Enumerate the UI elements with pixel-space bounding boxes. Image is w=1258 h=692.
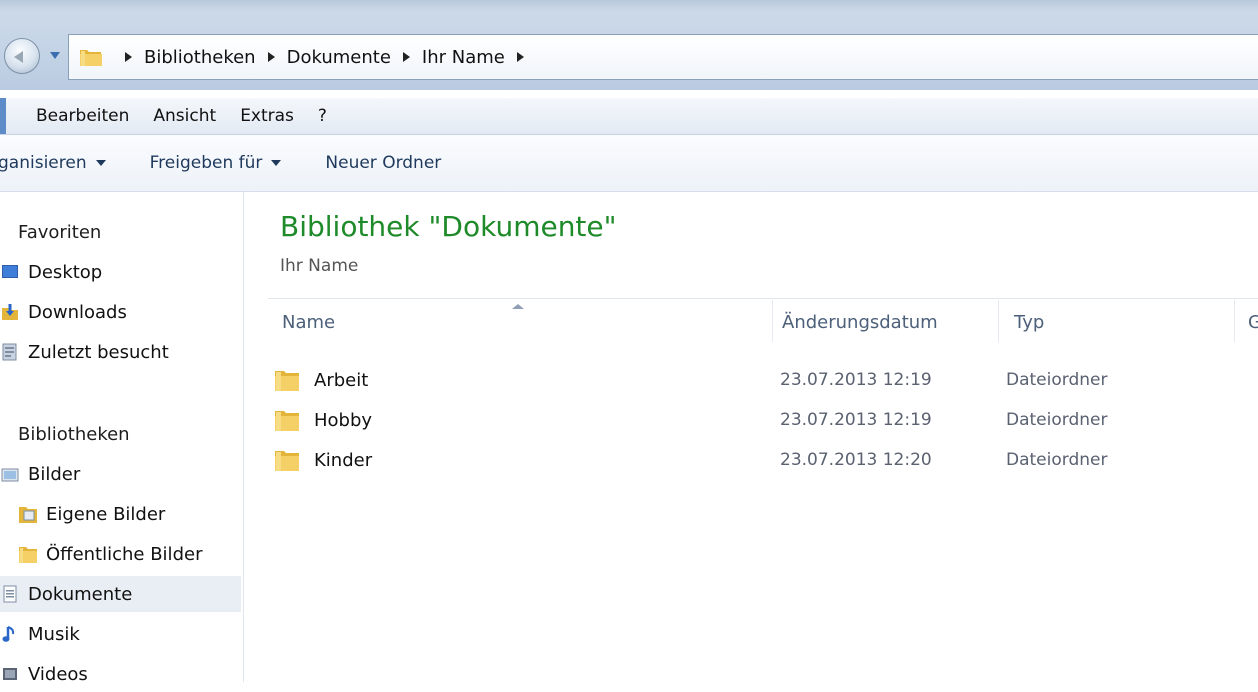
videos-icon	[0, 664, 20, 684]
header-divider	[268, 298, 1258, 299]
breadcrumb-bibliotheken[interactable]: Bibliotheken	[144, 47, 256, 68]
content-pane: Bibliothek "Dokumente" Ihr Name Name Änd…	[244, 192, 1258, 682]
nav-item-dokumente[interactable]: Dokumente	[0, 576, 241, 612]
breadcrumb-separator[interactable]	[267, 52, 275, 62]
music-icon	[0, 624, 20, 644]
downloads-icon	[0, 302, 20, 322]
chevron-down-icon	[95, 160, 106, 166]
nav-item-label: Videos	[28, 663, 88, 685]
breadcrumb-separator[interactable]	[402, 52, 410, 62]
column-header-name[interactable]: Name	[282, 312, 335, 333]
share-with-button[interactable]: Freigeben für	[150, 153, 302, 173]
window-top-strip	[0, 0, 1258, 12]
nav-item-label: Eigene Bilder	[46, 503, 166, 525]
folder-icon	[79, 46, 103, 68]
chevron-down-icon	[271, 160, 282, 166]
nav-item-label: Desktop	[28, 261, 103, 283]
breadcrumb-dokumente[interactable]: Dokumente	[287, 47, 391, 68]
command-bar: ganisieren Freigeben für Neuer Ordner	[0, 135, 1258, 192]
nav-item-label: Musik	[28, 623, 80, 645]
menu-help[interactable]: ?	[306, 106, 339, 126]
nav-item-oeffentliche-bilder[interactable]: Öffentliche Bilder	[0, 536, 241, 572]
favorites-heading[interactable]: Favoriten	[18, 222, 101, 243]
folder-icon	[274, 447, 300, 473]
breadcrumb-separator[interactable]	[516, 52, 524, 62]
nav-item-desktop[interactable]: Desktop	[0, 254, 241, 290]
nav-item-label: Öffentliche Bilder	[46, 543, 203, 565]
column-separator[interactable]	[772, 300, 773, 342]
documents-library-icon	[0, 584, 20, 604]
menu-extras[interactable]: Extras	[228, 106, 306, 126]
file-row[interactable]: Arbeit 23.07.2013 12:19 Dateiordner	[274, 362, 1174, 398]
address-box[interactable]: Bibliotheken Dokumente Ihr Name	[68, 34, 1258, 80]
recent-places-icon	[0, 342, 20, 362]
desktop-icon	[0, 262, 20, 282]
file-date: 23.07.2013 12:19	[780, 410, 932, 430]
pictures-folder-icon	[18, 504, 38, 524]
share-with-label: Freigeben für	[149, 153, 263, 173]
file-type: Dateiordner	[1006, 410, 1108, 430]
folder-icon	[274, 407, 300, 433]
column-separator[interactable]	[1234, 300, 1235, 342]
nav-item-eigene-bilder[interactable]: Eigene Bilder	[0, 496, 241, 532]
column-header-date[interactable]: Änderungsdatum	[782, 312, 938, 333]
nav-item-musik[interactable]: Musik	[0, 616, 241, 652]
nav-item-downloads[interactable]: Downloads	[0, 294, 241, 330]
new-folder-label: Neuer Ordner	[325, 153, 442, 173]
menu-bar: Bearbeiten Ansicht Extras ?	[0, 98, 1258, 135]
column-separator[interactable]	[998, 300, 999, 342]
menu-bearbeiten[interactable]: Bearbeiten	[24, 106, 141, 126]
file-type: Dateiordner	[1006, 450, 1108, 470]
nav-item-label: Downloads	[28, 301, 127, 323]
file-name: Hobby	[314, 409, 373, 431]
nav-item-label: Zuletzt besucht	[28, 341, 169, 363]
folder-icon	[18, 544, 38, 564]
new-folder-button[interactable]: Neuer Ordner	[325, 153, 461, 173]
file-type: Dateiordner	[1006, 370, 1108, 390]
library-title: Bibliothek "Dokumente"	[280, 210, 617, 243]
breadcrumb-separator[interactable]	[125, 52, 132, 62]
library-subtitle[interactable]: Ihr Name	[280, 256, 358, 276]
breadcrumb-ihr-name[interactable]: Ihr Name	[422, 47, 505, 68]
organize-label: ganisieren	[0, 153, 87, 173]
column-header-type[interactable]: Typ	[1014, 312, 1044, 333]
column-header-size[interactable]: G	[1248, 312, 1258, 333]
menu-bar-edge	[0, 98, 6, 134]
back-button[interactable]	[4, 38, 40, 74]
pictures-library-icon	[0, 464, 20, 484]
file-row[interactable]: Kinder 23.07.2013 12:20 Dateiordner	[274, 442, 1174, 478]
nav-item-recent[interactable]: Zuletzt besucht	[0, 334, 241, 370]
nav-item-videos[interactable]: Videos	[0, 656, 241, 692]
nav-item-label: Bilder	[28, 463, 81, 485]
libraries-heading[interactable]: Bibliotheken	[18, 424, 130, 445]
file-row[interactable]: Hobby 23.07.2013 12:19 Dateiordner	[274, 402, 1174, 438]
breadcrumb: Bibliotheken Dokumente Ihr Name	[144, 47, 536, 68]
file-date: 23.07.2013 12:19	[780, 370, 932, 390]
file-name: Arbeit	[314, 369, 369, 391]
file-date: 23.07.2013 12:20	[780, 450, 932, 470]
file-name: Kinder	[314, 449, 373, 471]
sort-ascending-icon	[512, 304, 524, 309]
organize-button[interactable]: ganisieren	[0, 153, 126, 173]
folder-icon	[274, 367, 300, 393]
history-dropdown-button[interactable]	[44, 40, 66, 70]
navigation-pane: Favoriten Desktop Downloads Zuletzt besu…	[0, 192, 244, 685]
nav-item-bilder[interactable]: Bilder	[0, 456, 241, 492]
menu-ansicht[interactable]: Ansicht	[141, 106, 228, 126]
nav-item-label: Dokumente	[28, 583, 133, 605]
